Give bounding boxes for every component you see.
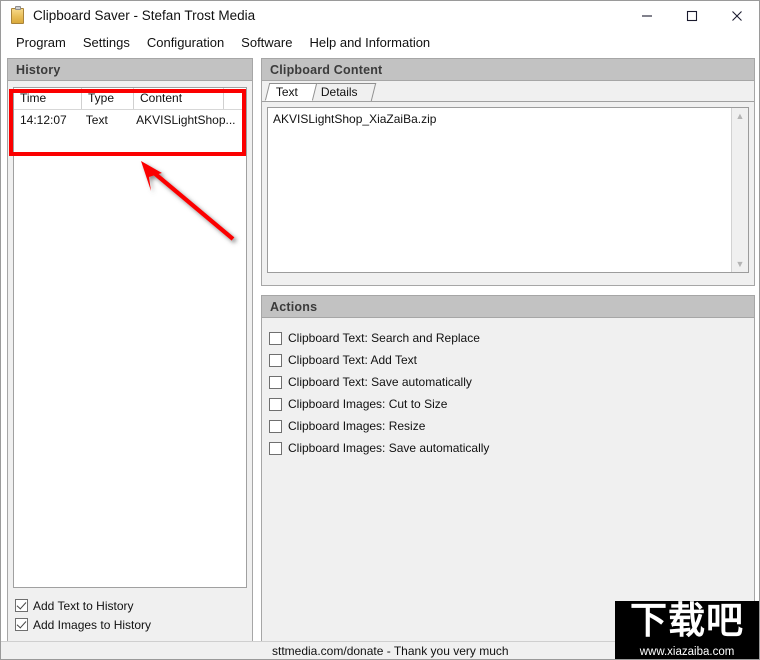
action-clipboard-text-add-text[interactable]: Clipboard Text: Add Text [262,349,754,371]
action-clipboard-text-save-automatically[interactable]: Clipboard Text: Save automatically [262,371,754,393]
menu-item-settings[interactable]: Settings [75,33,139,52]
history-list-header: Time Type Content [14,88,246,110]
clipboard-content-title: Clipboard Content [270,62,383,77]
cell-type: Text [85,113,108,127]
menu-item-software[interactable]: Software [233,33,301,52]
watermark-logo: 下载吧 www.xiazaiba.com [615,601,759,659]
history-list-view[interactable]: Time Type Content 14:12:07 Text AKVISLig… [13,87,247,588]
history-panel: History Time Type Content 14:12:07 Text … [7,58,253,643]
action-clipboard-images-save-automatically[interactable]: Clipboard Images: Save automatically [262,437,754,459]
column-header-content[interactable]: Content [134,88,224,109]
tab-text-label: Text [275,85,298,99]
add-text-to-history-label: Add Text to History [33,598,134,613]
action-clipboard-images-cut-to-size[interactable]: Clipboard Images: Cut to Size [262,393,754,415]
close-button[interactable] [714,1,759,30]
action-checkbox-text-save-automatically[interactable] [269,375,282,389]
clipboard-content-panel: Clipboard Content Text Details AKVISLigh… [261,58,755,286]
add-images-to-history-label: Add Images to History [33,617,152,632]
watermark-chinese-text: 下载吧 [630,601,744,642]
history-panel-body: Time Type Content 14:12:07 Text AKVISLig… [8,81,252,642]
add-images-to-history-option[interactable]: Add Images to History [15,616,245,633]
action-checkbox-add-text[interactable] [269,353,282,367]
clipboard-text-scrollbar[interactable]: ▲ ▼ [731,108,748,272]
action-checkbox-images-save-automatically[interactable] [269,441,282,455]
column-header-type[interactable]: Type [82,88,134,109]
table-row[interactable]: 14:12:07 Text AKVISLightShop... [14,110,246,130]
scroll-down-arrow-icon[interactable]: ▼ [732,256,748,272]
maximize-icon [686,10,697,21]
actions-panel-header: Actions [262,296,754,318]
menu-item-help-and-information[interactable]: Help and Information [301,33,439,52]
action-label-resize: Clipboard Images: Resize [288,419,426,433]
minimize-icon [641,14,652,17]
action-label-text-save-automatically: Clipboard Text: Save automatically [288,375,472,389]
title-bar: Clipboard Saver - Stefan Trost Media [1,1,759,30]
history-options: Add Text to History Add Images to Histor… [15,597,245,635]
status-bar-text: sttmedia.com/donate - Thank you very muc… [272,644,509,658]
watermark-url-text: www.xiazaiba.com [639,646,735,658]
close-icon [731,10,742,21]
menu-item-configuration[interactable]: Configuration [139,33,233,52]
actions-panel: Actions Clipboard Text: Search and Repla… [261,295,755,643]
actions-panel-body: Clipboard Text: Search and Replace Clipb… [262,318,754,642]
action-label-cut-to-size: Clipboard Images: Cut to Size [288,397,448,411]
history-panel-header: History [8,59,252,81]
action-clipboard-text-search-and-replace[interactable]: Clipboard Text: Search and Replace [262,327,754,349]
application-window: Clipboard Saver - Stefan Trost Media Pro… [0,0,760,660]
clipboard-content-header: Clipboard Content [262,59,754,81]
menu-item-program[interactable]: Program [8,33,75,52]
clipboard-icon [9,5,27,25]
cell-time: 14:12:07 [20,113,67,127]
clipboard-text-value: AKVISLightShop_XiaZaiBa.zip [273,112,437,126]
tab-details[interactable]: Details [309,83,377,101]
action-clipboard-images-resize[interactable]: Clipboard Images: Resize [262,415,754,437]
actions-panel-title: Actions [270,299,318,314]
add-text-to-history-option[interactable]: Add Text to History [15,597,245,614]
column-header-filler [224,88,246,109]
menu-bar: Program Settings Configuration Software … [1,30,759,55]
history-panel-title: History [16,62,61,77]
cell-content: AKVISLightShop... [136,113,236,127]
action-checkbox-search-and-replace[interactable] [269,331,282,345]
add-text-to-history-checkbox[interactable] [15,599,28,612]
clipboard-content-tabstrip: Text Details [262,81,754,102]
column-header-time[interactable]: Time [14,88,82,109]
maximize-button[interactable] [669,1,714,30]
window-controls [624,1,759,30]
tab-text[interactable]: Text [264,83,318,101]
action-label-search-and-replace: Clipboard Text: Search and Replace [288,331,480,345]
add-images-to-history-checkbox[interactable] [15,618,28,631]
action-label-images-save-automatically: Clipboard Images: Save automatically [288,441,490,455]
window-title: Clipboard Saver - Stefan Trost Media [33,8,256,23]
action-checkbox-cut-to-size[interactable] [269,397,282,411]
action-label-add-text: Clipboard Text: Add Text [288,353,417,367]
clipboard-text-area[interactable]: AKVISLightShop_XiaZaiBa.zip ▲ ▼ [267,107,749,273]
scroll-up-arrow-icon[interactable]: ▲ [732,108,748,124]
minimize-button[interactable] [624,1,669,30]
action-checkbox-resize[interactable] [269,419,282,433]
tab-details-label: Details [320,85,358,99]
